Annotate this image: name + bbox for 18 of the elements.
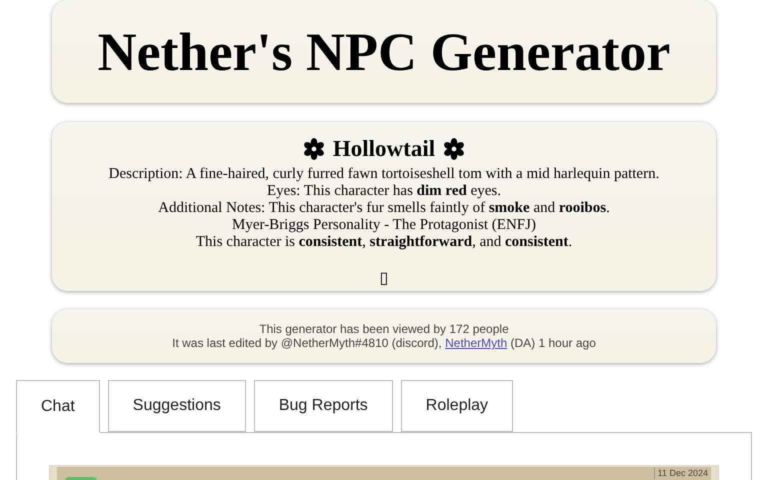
author-link[interactable]: NetherMyth <box>445 336 508 350</box>
tab[interactable]: Chat <box>16 380 100 433</box>
message-date: 11 Dec 2024 <box>654 467 711 479</box>
tab[interactable]: Roleplay <box>400 380 514 432</box>
flower-icon <box>443 138 466 160</box>
character-detail: Myer-Briggs Personality - The Protagonist (ENFJ) <box>232 217 536 234</box>
character-detail: Eyes: This character has dim red eyes. <box>267 183 501 200</box>
edit-info: It was last edited by @NetherMyth#4810 (discord), NetherMyth (DA) 1 hour ago <box>172 336 596 350</box>
character-name: Hollowtail <box>332 135 436 163</box>
tab[interactable]: Bug Reports <box>254 380 393 432</box>
tab[interactable]: Suggestions <box>108 380 246 432</box>
flower-icon <box>302 138 325 160</box>
missing-glyph: ▯ <box>380 270 388 287</box>
character-detail: This character is consistent, straightforward, and consistent. <box>196 234 572 251</box>
character-detail: Additional Notes: This character's fur smells faintly of smoke and rooibos. <box>158 200 610 217</box>
view-count: This generator has been viewed by 172 people <box>259 322 509 336</box>
page-title: Nether's NPC Generator <box>98 24 670 78</box>
character-detail: Description: A fine-haired, curly furred fawn tortoiseshell tom with a mid harlequin pattern. <box>108 166 660 183</box>
